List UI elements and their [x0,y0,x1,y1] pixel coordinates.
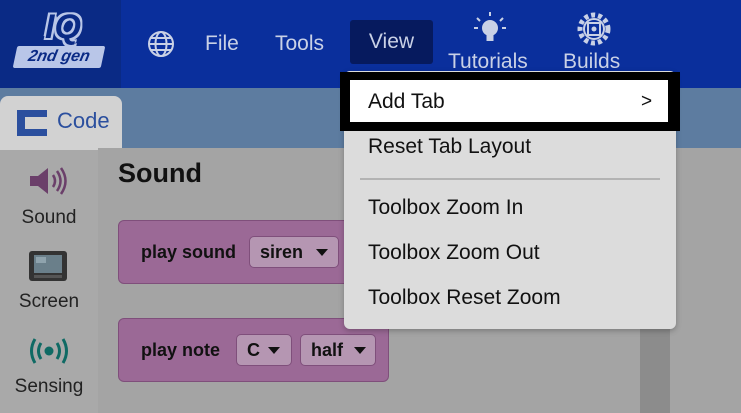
note-dropdown[interactable]: C [236,334,292,366]
chevron-down-icon [316,249,328,256]
dropdown-value: half [311,340,344,360]
block-play-sound[interactable]: play sound siren [118,220,350,284]
lightbulb-icon[interactable] [471,10,509,48]
code-blocks-icon [17,110,47,136]
duration-dropdown[interactable]: half [300,334,376,366]
category-sensing[interactable]: Sensing [0,376,98,398]
menu-divider [360,178,660,180]
menu-tools[interactable]: Tools [275,24,324,64]
category-sound[interactable]: Sound [0,207,98,229]
app-logo[interactable]: IQ 2nd gen [0,0,121,88]
dropdown-value: siren [260,242,304,262]
category-screen[interactable]: Screen [0,291,98,313]
logo-subtitle: 2nd gen [12,46,106,68]
menu-view[interactable]: View [350,20,433,64]
flyout-title: Sound [118,158,202,188]
gear-icon[interactable] [575,10,613,48]
menu-file[interactable]: File [205,24,239,64]
dropdown-value: C [247,340,260,360]
submenu-arrow-icon: > [641,91,653,112]
code-tab-label: Code [57,108,110,133]
menu-item-add-tab-label[interactable]: Add Tab [368,88,445,116]
menu-item-toolbox-reset-zoom[interactable]: Toolbox Reset Zoom [368,284,561,312]
block-label: play sound [141,242,237,262]
chevron-down-icon [354,347,366,354]
flyout-scrollbar[interactable] [640,328,670,413]
chevron-down-icon [268,347,280,354]
globe-icon[interactable] [145,28,177,60]
screen-icon[interactable] [28,250,68,282]
speaker-icon[interactable] [28,165,70,197]
sound-dropdown[interactable]: siren [249,236,339,268]
block-label: play note [141,340,221,360]
menu-item-reset-tab-layout[interactable]: Reset Tab Layout [368,133,531,161]
menu-item-toolbox-zoom-in[interactable]: Toolbox Zoom In [368,194,523,222]
menu-item-toolbox-zoom-out[interactable]: Toolbox Zoom Out [368,239,540,267]
sensing-icon[interactable] [28,335,70,367]
logo-mark: IQ [45,8,81,46]
